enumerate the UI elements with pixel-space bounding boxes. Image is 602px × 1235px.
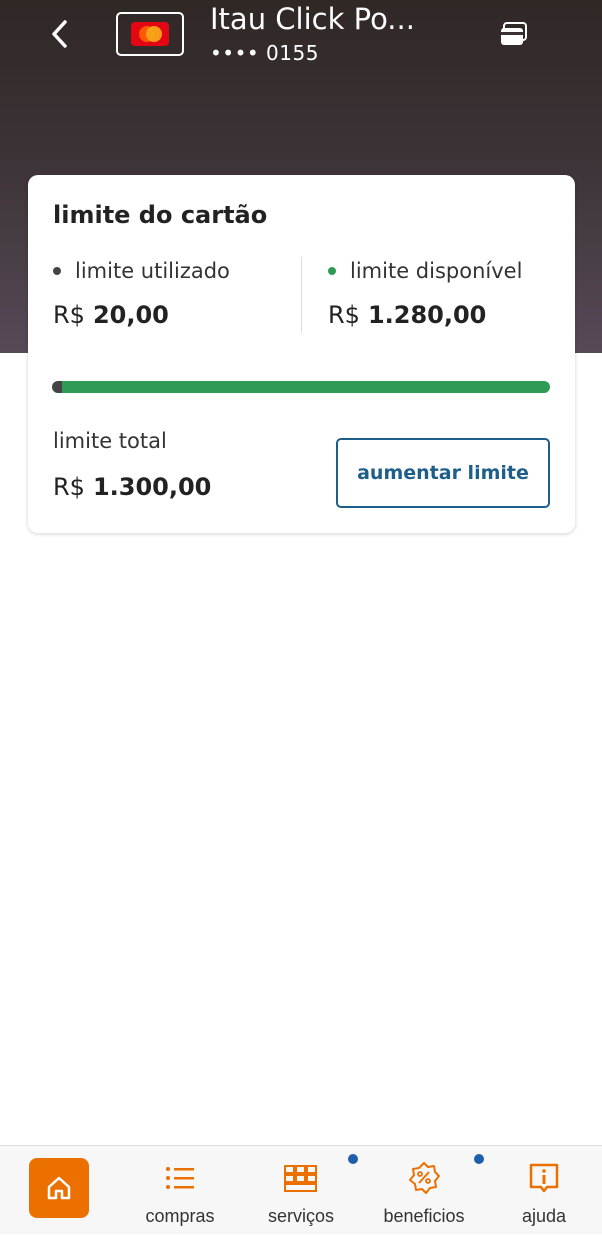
card-thumbnail bbox=[116, 12, 184, 56]
used-limit-dot bbox=[53, 267, 61, 275]
home-icon bbox=[47, 1176, 71, 1200]
bottom-navigation: compras serviços beneficios ajuda bbox=[0, 1145, 602, 1234]
available-limit-currency: R$ bbox=[328, 301, 360, 329]
back-button[interactable] bbox=[40, 14, 80, 54]
servicos-notification-badge bbox=[348, 1154, 358, 1164]
nav-label-servicos: serviços bbox=[267, 1206, 334, 1226]
total-limit-label: limite total bbox=[53, 429, 167, 453]
card-number: •••• 0155 bbox=[210, 41, 319, 65]
discount-badge-icon bbox=[409, 1162, 440, 1194]
card-limit-panel: limite do cartão limite utilizado R$ 20,0… bbox=[28, 175, 575, 533]
used-limit-currency: R$ bbox=[53, 301, 85, 329]
available-limit-label: limite disponível bbox=[350, 259, 523, 283]
available-limit-section: limite disponível R$ 1.280,00 bbox=[328, 259, 522, 329]
total-limit-currency: R$ bbox=[53, 473, 85, 501]
total-limit-value: R$ 1.300,00 bbox=[53, 473, 211, 501]
nav-item-compras[interactable]: compras bbox=[140, 1146, 220, 1235]
column-divider bbox=[301, 257, 302, 333]
card-limit-title: limite do cartão bbox=[53, 201, 268, 229]
grid-icon bbox=[284, 1165, 317, 1192]
used-limit-amount: 20,00 bbox=[92, 301, 169, 329]
nav-label-ajuda: ajuda bbox=[521, 1206, 567, 1226]
mastercard-icon bbox=[131, 22, 169, 46]
card-name-title: Itau Click Po... bbox=[210, 2, 415, 36]
nav-item-beneficios[interactable]: beneficios bbox=[376, 1146, 484, 1235]
available-limit-dot bbox=[328, 267, 336, 275]
used-limit-section: limite utilizado R$ 20,00 bbox=[53, 259, 230, 329]
used-limit-label: limite utilizado bbox=[75, 259, 230, 283]
cards-stack-icon bbox=[501, 22, 527, 45]
nav-label-beneficios: beneficios bbox=[383, 1206, 465, 1226]
list-icon bbox=[166, 1167, 194, 1189]
available-limit-amount: 1.280,00 bbox=[367, 301, 487, 329]
beneficios-notification-badge bbox=[474, 1154, 484, 1164]
total-limit-amount: 1.300,00 bbox=[92, 473, 212, 501]
nav-home-button[interactable] bbox=[29, 1158, 89, 1218]
nav-item-servicos[interactable]: serviços bbox=[258, 1146, 358, 1235]
nav-label-compras: compras bbox=[145, 1206, 215, 1226]
chevron-left-icon bbox=[52, 20, 67, 48]
increase-limit-button[interactable]: aumentar limite bbox=[336, 438, 550, 508]
limit-progress-bar bbox=[52, 381, 550, 393]
limit-progress-used bbox=[52, 381, 62, 393]
nav-item-ajuda[interactable]: ajuda bbox=[508, 1146, 580, 1235]
cards-button[interactable] bbox=[496, 20, 532, 50]
info-icon bbox=[529, 1163, 559, 1193]
